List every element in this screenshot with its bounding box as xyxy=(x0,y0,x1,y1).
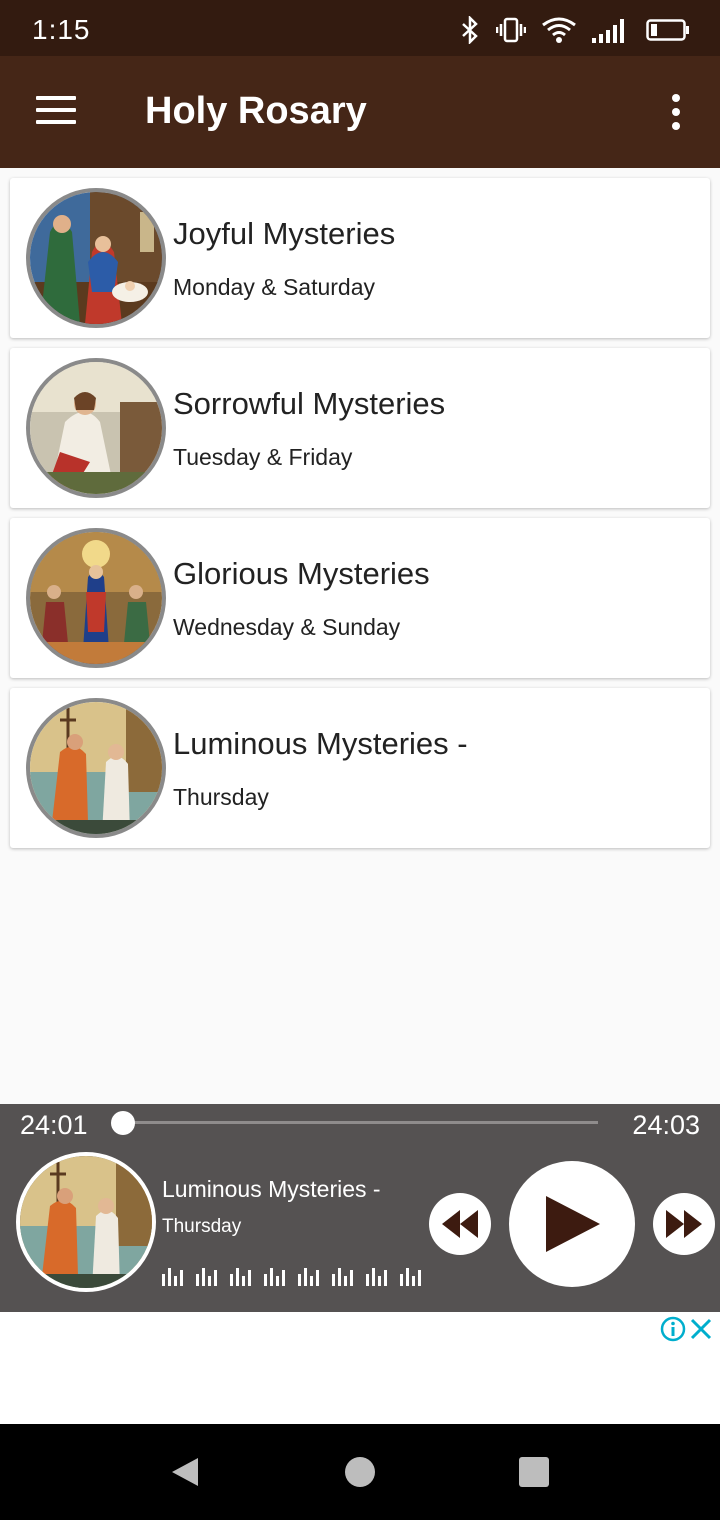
mystery-card-sorrowful[interactable]: Sorrowful Mysteries Tuesday & Friday xyxy=(10,348,710,508)
hamburger-menu-icon[interactable] xyxy=(36,96,76,128)
ad-banner xyxy=(0,1312,720,1424)
wifi-icon xyxy=(542,17,576,43)
baptism-painting xyxy=(16,1152,156,1292)
rewind-button[interactable] xyxy=(429,1193,491,1255)
mystery-days: Thursday xyxy=(173,784,269,810)
mystery-card-joyful[interactable]: Joyful Mysteries Monday & Saturday xyxy=(10,178,710,338)
battery-icon xyxy=(646,19,689,41)
vibrate-icon xyxy=(496,17,526,43)
now-playing-title: Luminous Mysteries - xyxy=(162,1176,381,1202)
play-button[interactable] xyxy=(509,1161,635,1287)
recents-icon[interactable] xyxy=(519,1457,549,1487)
ad-info-icon[interactable] xyxy=(660,1316,686,1342)
media-player: 24:01 24:03 Luminous Mysteries - Thursda… xyxy=(0,1104,720,1312)
total-time: 24:03 xyxy=(632,1110,700,1140)
now-playing-subtitle: Thursday xyxy=(162,1216,242,1237)
more-vert-icon[interactable] xyxy=(668,94,684,130)
app-bar: Holy Rosary xyxy=(0,56,720,168)
mystery-card-glorious[interactable]: Glorious Mysteries Wednesday & Sunday xyxy=(10,518,710,678)
status-icons xyxy=(460,16,690,44)
back-icon[interactable] xyxy=(170,1456,200,1488)
status-bar: 1:15 xyxy=(0,0,720,56)
mystery-title: Joyful Mysteries xyxy=(173,216,396,251)
rewind-icon xyxy=(442,1210,478,1238)
seek-bar[interactable] xyxy=(122,1121,598,1124)
mystery-title: Sorrowful Mysteries xyxy=(173,386,446,421)
play-icon xyxy=(546,1196,600,1252)
bluetooth-icon xyxy=(462,16,478,44)
agony-in-garden-painting xyxy=(26,358,166,498)
mysteries-list: Joyful Mysteries Monday & Saturday Sorro… xyxy=(10,178,710,858)
elapsed-time: 24:01 xyxy=(20,1110,88,1140)
home-icon[interactable] xyxy=(345,1457,375,1487)
seek-thumb[interactable] xyxy=(111,1111,135,1135)
mystery-days: Wednesday & Sunday xyxy=(173,614,401,640)
fast-forward-button[interactable] xyxy=(653,1193,715,1255)
page-title: Holy Rosary xyxy=(145,90,367,132)
nativity-painting xyxy=(26,188,166,328)
mystery-title: Luminous Mysteries - xyxy=(173,726,468,761)
fast-forward-icon xyxy=(666,1210,702,1238)
baptism-painting xyxy=(26,698,166,838)
equalizer-icon xyxy=(162,1268,421,1286)
mystery-days: Monday & Saturday xyxy=(173,274,376,300)
mystery-days: Tuesday & Friday xyxy=(173,444,353,470)
system-nav-bar xyxy=(0,1424,720,1520)
pentecost-painting xyxy=(26,528,166,668)
ad-close-icon[interactable] xyxy=(688,1316,714,1342)
mystery-title: Glorious Mysteries xyxy=(173,556,430,591)
mystery-card-luminous[interactable]: Luminous Mysteries - Thursday xyxy=(10,688,710,848)
signal-icon xyxy=(592,19,624,43)
status-time: 1:15 xyxy=(32,14,91,45)
